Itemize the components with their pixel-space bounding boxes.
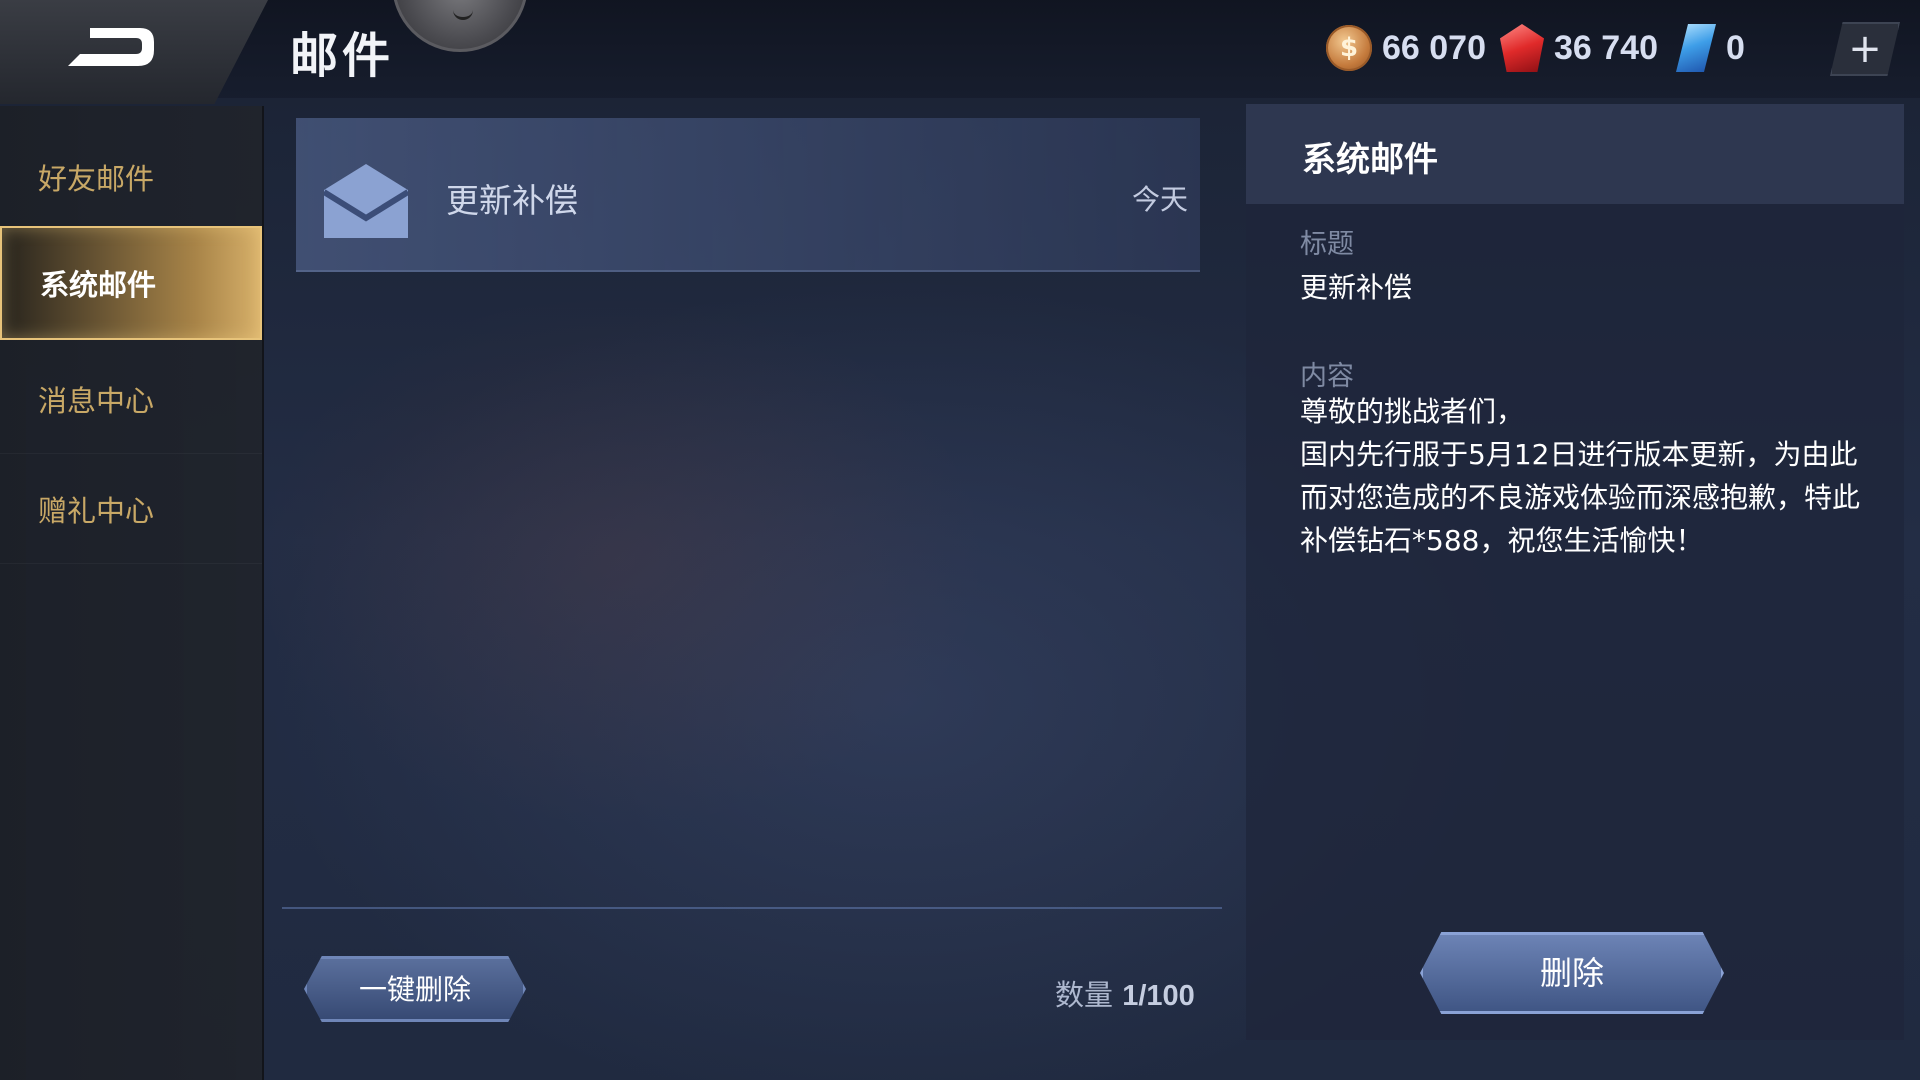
title-label: 标题 bbox=[1300, 229, 1354, 260]
sidebar-item-label: 系统邮件 bbox=[40, 268, 157, 302]
divider bbox=[282, 907, 1222, 909]
detail-header-title: 系统邮件 bbox=[1302, 140, 1438, 180]
back-arrow-icon bbox=[68, 28, 154, 66]
sidebar-item-label: 好友邮件 bbox=[38, 161, 155, 196]
sidebar-item-system-mail[interactable]: 系统邮件 bbox=[0, 226, 262, 340]
crystal-currency: 0 bbox=[1676, 20, 1745, 76]
sidebar-item-message-center[interactable]: 消息中心 bbox=[0, 344, 262, 454]
list-item[interactable]: 更新补偿 今天 bbox=[296, 118, 1200, 272]
coin-currency: $ 66 070 bbox=[1326, 20, 1486, 76]
title-value: 更新补偿 bbox=[1300, 271, 1413, 304]
sidebar-item-gift-center[interactable]: 赠礼中心 bbox=[0, 454, 262, 564]
mail-count-label: 数量 bbox=[1055, 978, 1114, 1012]
gem-value: 36 740 bbox=[1554, 28, 1658, 67]
content-label: 内容 bbox=[1300, 361, 1354, 392]
sidebar-item-friend-mail[interactable]: 好友邮件 bbox=[0, 122, 262, 232]
mail-list: 更新补偿 今天 bbox=[282, 106, 1222, 914]
mail-date: 今天 bbox=[1131, 183, 1188, 216]
avatar-face bbox=[453, 7, 473, 20]
sidebar: 好友邮件 系统邮件 消息中心 赠礼中心 bbox=[0, 106, 264, 1080]
crystal-value: 0 bbox=[1726, 28, 1745, 67]
detail-header: 系统邮件 bbox=[1246, 104, 1904, 204]
ruby-icon bbox=[1500, 24, 1544, 72]
coin-icon: $ bbox=[1326, 25, 1372, 71]
content-text: 尊敬的挑战者们， 国内先行服于5月12日进行版本更新，为由此而对您造成的不良游戏… bbox=[1300, 395, 1861, 557]
envelope-icon bbox=[324, 164, 408, 238]
mail-count: 数量 1/100 bbox=[1055, 972, 1195, 1014]
page-title: 邮件 bbox=[290, 28, 395, 84]
gem-currency: 36 740 bbox=[1500, 20, 1658, 76]
sidebar-item-label: 消息中心 bbox=[38, 383, 155, 418]
mail-count-value: 1/100 bbox=[1122, 980, 1195, 1012]
mail-subject: 更新补偿 bbox=[446, 181, 578, 220]
delete-button[interactable]: 删除 bbox=[1420, 932, 1724, 1014]
sidebar-item-label: 赠礼中心 bbox=[38, 493, 155, 528]
mail-detail-panel: 系统邮件 标题 更新补偿 内容 尊敬的挑战者们， 国内先行服于5月12日进行版本… bbox=[1246, 104, 1904, 1040]
crystal-icon bbox=[1676, 24, 1716, 72]
coin-value: 66 070 bbox=[1382, 28, 1486, 67]
delete-all-button[interactable]: 一键删除 bbox=[304, 956, 526, 1022]
